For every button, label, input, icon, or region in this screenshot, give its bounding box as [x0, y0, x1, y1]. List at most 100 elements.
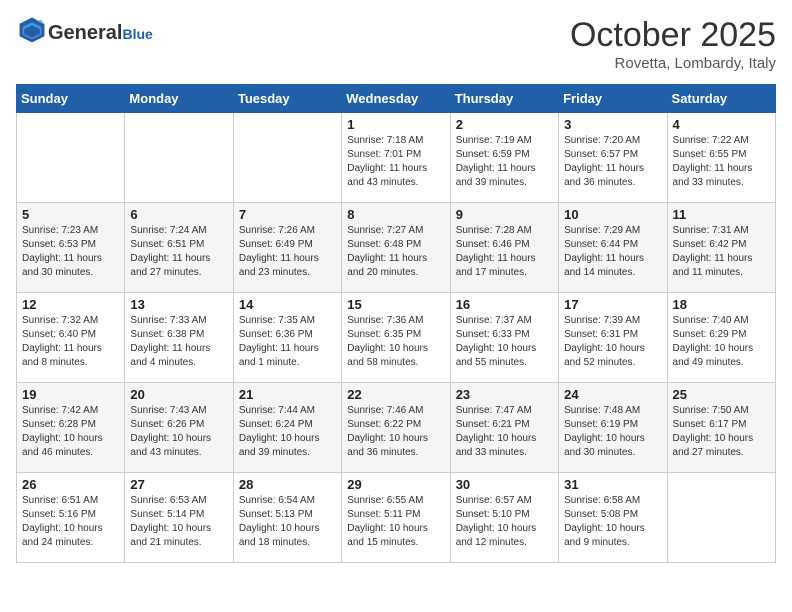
- calendar-cell: [667, 473, 775, 563]
- calendar-cell: 1 Sunrise: 7:18 AM Sunset: 7:01 PM Daylig…: [342, 113, 450, 203]
- day-number: 26: [22, 477, 119, 492]
- calendar-cell: 28 Sunrise: 6:54 AM Sunset: 5:13 PM Dayli…: [233, 473, 341, 563]
- calendar-cell: 16 Sunrise: 7:37 AM Sunset: 6:33 PM Dayli…: [450, 293, 558, 383]
- calendar-cell: [233, 113, 341, 203]
- day-number: 30: [456, 477, 553, 492]
- day-number: 19: [22, 387, 119, 402]
- calendar-cell: 11 Sunrise: 7:31 AM Sunset: 6:42 PM Dayli…: [667, 203, 775, 293]
- weekday-header-monday: Monday: [125, 85, 233, 113]
- calendar-cell: 5 Sunrise: 7:23 AM Sunset: 6:53 PM Daylig…: [17, 203, 125, 293]
- calendar-cell: 22 Sunrise: 7:46 AM Sunset: 6:22 PM Dayli…: [342, 383, 450, 473]
- day-number: 23: [456, 387, 553, 402]
- day-info: Sunrise: 7:35 AM Sunset: 6:36 PM Dayligh…: [239, 314, 336, 370]
- day-info: Sunrise: 7:29 AM Sunset: 6:44 PM Dayligh…: [564, 224, 661, 280]
- day-number: 25: [673, 387, 770, 402]
- day-info: Sunrise: 7:22 AM Sunset: 6:55 PM Dayligh…: [673, 134, 770, 190]
- day-number: 21: [239, 387, 336, 402]
- day-number: 20: [130, 387, 227, 402]
- day-info: Sunrise: 7:26 AM Sunset: 6:49 PM Dayligh…: [239, 224, 336, 280]
- logo-icon: [18, 16, 46, 44]
- calendar-cell: 30 Sunrise: 6:57 AM Sunset: 5:10 PM Dayli…: [450, 473, 558, 563]
- day-info: Sunrise: 6:51 AM Sunset: 5:16 PM Dayligh…: [22, 494, 119, 550]
- day-info: Sunrise: 7:24 AM Sunset: 6:51 PM Dayligh…: [130, 224, 227, 280]
- day-info: Sunrise: 6:55 AM Sunset: 5:11 PM Dayligh…: [347, 494, 444, 550]
- calendar-cell: 13 Sunrise: 7:33 AM Sunset: 6:38 PM Dayli…: [125, 293, 233, 383]
- day-number: 29: [347, 477, 444, 492]
- day-info: Sunrise: 7:50 AM Sunset: 6:17 PM Dayligh…: [673, 404, 770, 460]
- calendar-cell: 31 Sunrise: 6:58 AM Sunset: 5:08 PM Dayli…: [559, 473, 667, 563]
- day-number: 15: [347, 297, 444, 312]
- week-row-2: 12 Sunrise: 7:32 AM Sunset: 6:40 PM Dayli…: [17, 293, 776, 383]
- day-number: 6: [130, 207, 227, 222]
- week-row-4: 26 Sunrise: 6:51 AM Sunset: 5:16 PM Dayli…: [17, 473, 776, 563]
- calendar-cell: 27 Sunrise: 6:53 AM Sunset: 5:14 PM Dayli…: [125, 473, 233, 563]
- day-number: 12: [22, 297, 119, 312]
- day-info: Sunrise: 7:33 AM Sunset: 6:38 PM Dayligh…: [130, 314, 227, 370]
- calendar-cell: 24 Sunrise: 7:48 AM Sunset: 6:19 PM Dayli…: [559, 383, 667, 473]
- day-info: Sunrise: 7:48 AM Sunset: 6:19 PM Dayligh…: [564, 404, 661, 460]
- calendar-table: SundayMondayTuesdayWednesdayThursdayFrid…: [16, 84, 776, 563]
- calendar-cell: 17 Sunrise: 7:39 AM Sunset: 6:31 PM Dayli…: [559, 293, 667, 383]
- day-info: Sunrise: 7:31 AM Sunset: 6:42 PM Dayligh…: [673, 224, 770, 280]
- day-number: 8: [347, 207, 444, 222]
- day-info: Sunrise: 7:46 AM Sunset: 6:22 PM Dayligh…: [347, 404, 444, 460]
- weekday-header-tuesday: Tuesday: [233, 85, 341, 113]
- day-number: 11: [673, 207, 770, 222]
- day-number: 1: [347, 117, 444, 132]
- calendar-cell: [17, 113, 125, 203]
- day-info: Sunrise: 6:54 AM Sunset: 5:13 PM Dayligh…: [239, 494, 336, 550]
- weekday-header-thursday: Thursday: [450, 85, 558, 113]
- month-title: October 2025: [570, 16, 776, 55]
- calendar-cell: 26 Sunrise: 6:51 AM Sunset: 5:16 PM Dayli…: [17, 473, 125, 563]
- day-info: Sunrise: 6:53 AM Sunset: 5:14 PM Dayligh…: [130, 494, 227, 550]
- week-row-1: 5 Sunrise: 7:23 AM Sunset: 6:53 PM Daylig…: [17, 203, 776, 293]
- day-number: 3: [564, 117, 661, 132]
- day-number: 22: [347, 387, 444, 402]
- calendar-cell: 7 Sunrise: 7:26 AM Sunset: 6:49 PM Daylig…: [233, 203, 341, 293]
- calendar-cell: 10 Sunrise: 7:29 AM Sunset: 6:44 PM Dayli…: [559, 203, 667, 293]
- day-info: Sunrise: 7:43 AM Sunset: 6:26 PM Dayligh…: [130, 404, 227, 460]
- logo: GeneralBlue: [16, 16, 153, 49]
- calendar-cell: 6 Sunrise: 7:24 AM Sunset: 6:51 PM Daylig…: [125, 203, 233, 293]
- logo-general: General: [48, 22, 122, 44]
- calendar-cell: 14Sunrise: 7:35 AM Sunset: 6:36 PM Dayli…: [233, 293, 341, 383]
- day-number: 10: [564, 207, 661, 222]
- weekday-header-wednesday: Wednesday: [342, 85, 450, 113]
- location: Rovetta, Lombardy, Italy: [570, 55, 776, 72]
- logo-blue: Blue: [122, 26, 152, 42]
- weekday-header-friday: Friday: [559, 85, 667, 113]
- day-info: Sunrise: 7:39 AM Sunset: 6:31 PM Dayligh…: [564, 314, 661, 370]
- calendar-cell: [125, 113, 233, 203]
- day-number: 27: [130, 477, 227, 492]
- day-number: 13: [130, 297, 227, 312]
- day-info: Sunrise: 7:37 AM Sunset: 6:33 PM Dayligh…: [456, 314, 553, 370]
- day-number: 17: [564, 297, 661, 312]
- day-number: 16: [456, 297, 553, 312]
- day-info: Sunrise: 7:36 AM Sunset: 6:35 PM Dayligh…: [347, 314, 444, 370]
- calendar-cell: 12 Sunrise: 7:32 AM Sunset: 6:40 PM Dayli…: [17, 293, 125, 383]
- weekday-header-row: SundayMondayTuesdayWednesdayThursdayFrid…: [17, 85, 776, 113]
- day-info: Sunrise: 7:47 AM Sunset: 6:21 PM Dayligh…: [456, 404, 553, 460]
- day-info: Sunrise: 7:18 AM Sunset: 7:01 PM Dayligh…: [347, 134, 444, 190]
- day-number: 31: [564, 477, 661, 492]
- day-info: Sunrise: 7:40 AM Sunset: 6:29 PM Dayligh…: [673, 314, 770, 370]
- day-info: Sunrise: 7:32 AM Sunset: 6:40 PM Dayligh…: [22, 314, 119, 370]
- calendar-cell: 20 Sunrise: 7:43 AM Sunset: 6:26 PM Dayli…: [125, 383, 233, 473]
- day-info: Sunrise: 6:57 AM Sunset: 5:10 PM Dayligh…: [456, 494, 553, 550]
- title-block: October 2025 Rovetta, Lombardy, Italy: [570, 16, 776, 72]
- calendar-cell: 9Sunrise: 7:28 AM Sunset: 6:46 PM Daylig…: [450, 203, 558, 293]
- day-info: Sunrise: 7:27 AM Sunset: 6:48 PM Dayligh…: [347, 224, 444, 280]
- day-info: Sunrise: 7:23 AM Sunset: 6:53 PM Dayligh…: [22, 224, 119, 280]
- calendar-cell: 2Sunrise: 7:19 AM Sunset: 6:59 PM Daylig…: [450, 113, 558, 203]
- page-header: GeneralBlue October 2025 Rovetta, Lombar…: [16, 16, 776, 72]
- day-info: Sunrise: 6:58 AM Sunset: 5:08 PM Dayligh…: [564, 494, 661, 550]
- calendar-cell: 3 Sunrise: 7:20 AM Sunset: 6:57 PM Daylig…: [559, 113, 667, 203]
- day-number: 24: [564, 387, 661, 402]
- calendar-cell: 18Sunrise: 7:40 AM Sunset: 6:29 PM Dayli…: [667, 293, 775, 383]
- day-number: 28: [239, 477, 336, 492]
- day-number: 5: [22, 207, 119, 222]
- day-info: Sunrise: 7:20 AM Sunset: 6:57 PM Dayligh…: [564, 134, 661, 190]
- week-row-3: 19Sunrise: 7:42 AM Sunset: 6:28 PM Dayli…: [17, 383, 776, 473]
- calendar-cell: 29 Sunrise: 6:55 AM Sunset: 5:11 PM Dayli…: [342, 473, 450, 563]
- day-number: 7: [239, 207, 336, 222]
